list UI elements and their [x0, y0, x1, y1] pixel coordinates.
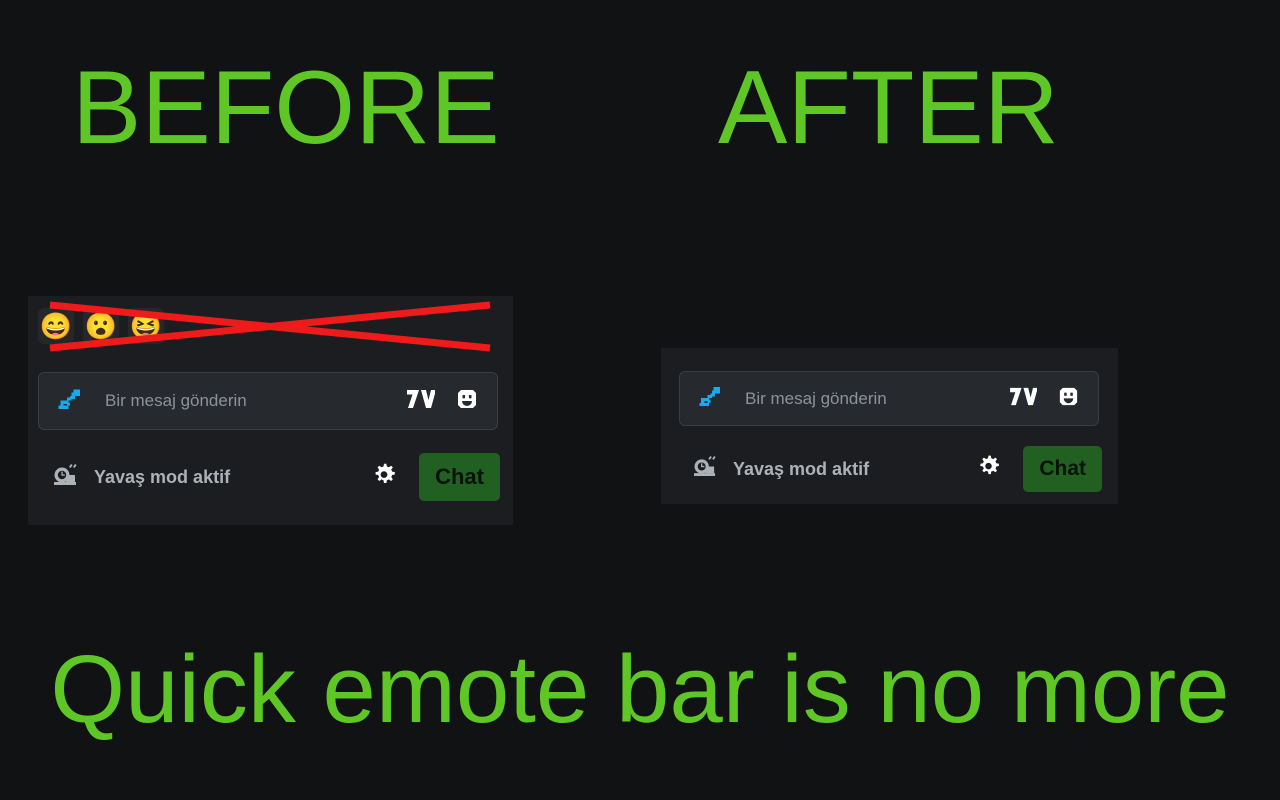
quick-emote-slot[interactable]: 😮 — [83, 308, 119, 344]
sword-icon — [57, 386, 83, 417]
sword-icon — [698, 384, 723, 414]
snail-icon — [52, 463, 80, 491]
chat-send-button[interactable]: Chat — [1023, 446, 1102, 492]
emote-picker-icon[interactable] — [1057, 385, 1080, 413]
quick-emote-slot[interactable]: 😄 — [38, 308, 74, 344]
quick-emote-bar[interactable]: 😄 😮 😆 — [38, 308, 164, 344]
snail-icon — [692, 456, 719, 482]
gear-icon[interactable] — [371, 462, 397, 493]
emote-image-icon: 😮 — [84, 311, 118, 341]
emote-image-icon: 😆 — [129, 311, 163, 341]
chat-send-button[interactable]: Chat — [419, 453, 500, 501]
after-message-input[interactable]: Bir mesaj gönderin — [679, 371, 1099, 426]
message-input-placeholder: Bir mesaj gönderin — [745, 388, 887, 408]
after-bottom-bar: Yavaş mod aktif Chat — [692, 444, 1102, 494]
gear-icon[interactable] — [976, 454, 1001, 484]
before-message-input[interactable]: Bir mesaj gönderin — [38, 372, 498, 430]
slow-mode-label: Yavaş mod aktif — [94, 466, 231, 487]
message-input-placeholder: Bir mesaj gönderin — [105, 391, 247, 410]
emote-picker-icon[interactable] — [455, 387, 479, 416]
before-bottom-bar: Yavaş mod aktif Chat — [52, 452, 500, 502]
seventv-icon[interactable] — [405, 388, 436, 415]
emote-image-icon: 😄 — [39, 311, 73, 341]
slow-mode-label: Yavaş mod aktif — [733, 458, 870, 479]
seventv-icon[interactable] — [1008, 386, 1038, 412]
before-heading: BEFORE — [72, 50, 500, 166]
quick-emote-slot[interactable]: 😆 — [128, 308, 164, 344]
after-heading: AFTER — [718, 50, 1059, 166]
caption-text: Quick emote bar is no more — [50, 636, 1230, 743]
